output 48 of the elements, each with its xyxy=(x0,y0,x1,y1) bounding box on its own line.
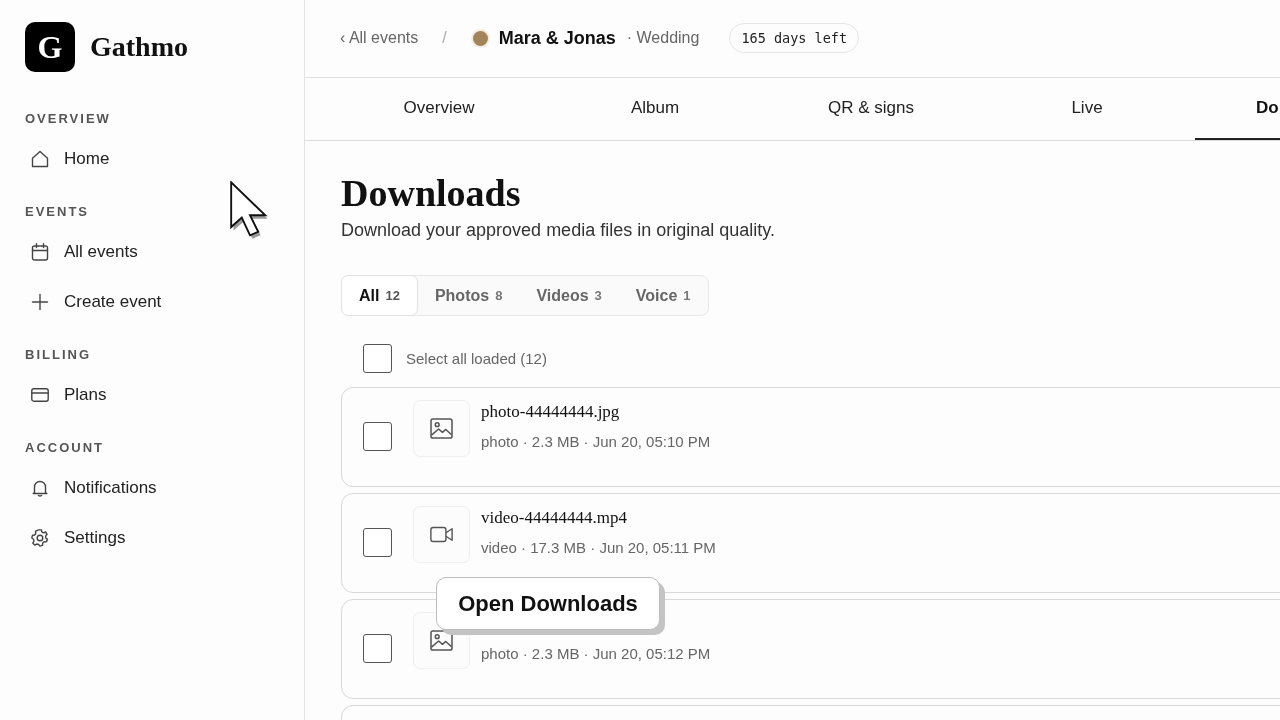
file-meta: photo · 2.3 MB · Jun 20, 05:12 PM xyxy=(481,644,711,664)
sidebar-item[interactable]: All events xyxy=(25,227,279,277)
section-heading: BILLING xyxy=(25,347,92,363)
nav-tab[interactable]: Do xyxy=(1195,78,1280,140)
sidebar-item[interactable]: Settings xyxy=(25,513,279,563)
image-icon xyxy=(430,630,453,651)
section-heading: OVERVIEW xyxy=(25,111,112,127)
select-all-label: Select all loaded (12) xyxy=(406,349,547,367)
bell-icon xyxy=(31,479,49,497)
file-meta: photo · 2.3 MB · Jun 20, 05:10 PM xyxy=(481,432,711,452)
back-link[interactable]: ‹ All events xyxy=(340,29,419,47)
home-icon xyxy=(31,150,49,168)
event-dot-icon xyxy=(472,30,488,46)
event-name: Mara & Jonas xyxy=(498,27,616,49)
video-camera-icon xyxy=(430,524,453,545)
sidebar-item[interactable]: Create event xyxy=(25,277,279,327)
page-title: Downloads xyxy=(341,171,522,215)
mouse-pointer-icon xyxy=(230,181,270,239)
section-heading: EVENTS xyxy=(25,204,90,220)
page-subtitle: Download your approved media files in original quality. xyxy=(341,219,776,242)
file-name: video-44444444.mp4 xyxy=(481,507,628,529)
logo-tile: G xyxy=(25,22,75,72)
checkbox[interactable] xyxy=(363,634,392,663)
sidebar-item[interactable]: Home xyxy=(25,134,279,184)
checkbox[interactable] xyxy=(363,422,392,451)
plus-icon xyxy=(31,293,49,311)
breadcrumb-separator: / xyxy=(442,29,447,47)
settings-icon xyxy=(31,529,49,547)
credit-card-icon xyxy=(31,386,49,404)
event-type: · Wedding xyxy=(626,29,700,47)
filter-tab[interactable]: Photos 8 xyxy=(417,276,520,315)
image-icon xyxy=(430,418,453,439)
file-name: photo-44444444.jpg xyxy=(481,401,621,423)
nav-tab[interactable]: Album xyxy=(547,78,763,140)
filter-tab[interactable]: All 12 xyxy=(341,275,418,316)
checkbox[interactable] xyxy=(363,528,392,557)
sidebar-item[interactable]: Notifications xyxy=(25,463,279,513)
section-heading: ACCOUNT xyxy=(25,440,105,456)
nav-tab[interactable]: Live xyxy=(979,78,1195,140)
checkbox[interactable] xyxy=(363,343,392,373)
brand-name: Gathmo xyxy=(90,31,188,63)
nav-tab[interactable]: Overview xyxy=(331,78,547,140)
sidebar-item[interactable]: Plans xyxy=(25,370,279,420)
filter-tab[interactable]: Voice 1 xyxy=(618,276,708,315)
calendar-icon xyxy=(31,243,49,261)
nav-tab[interactable]: QR & signs xyxy=(763,78,979,140)
file-meta: video · 17.3 MB · Jun 20, 05:11 PM xyxy=(481,538,716,558)
filter-tab[interactable]: Videos 3 xyxy=(519,276,619,315)
